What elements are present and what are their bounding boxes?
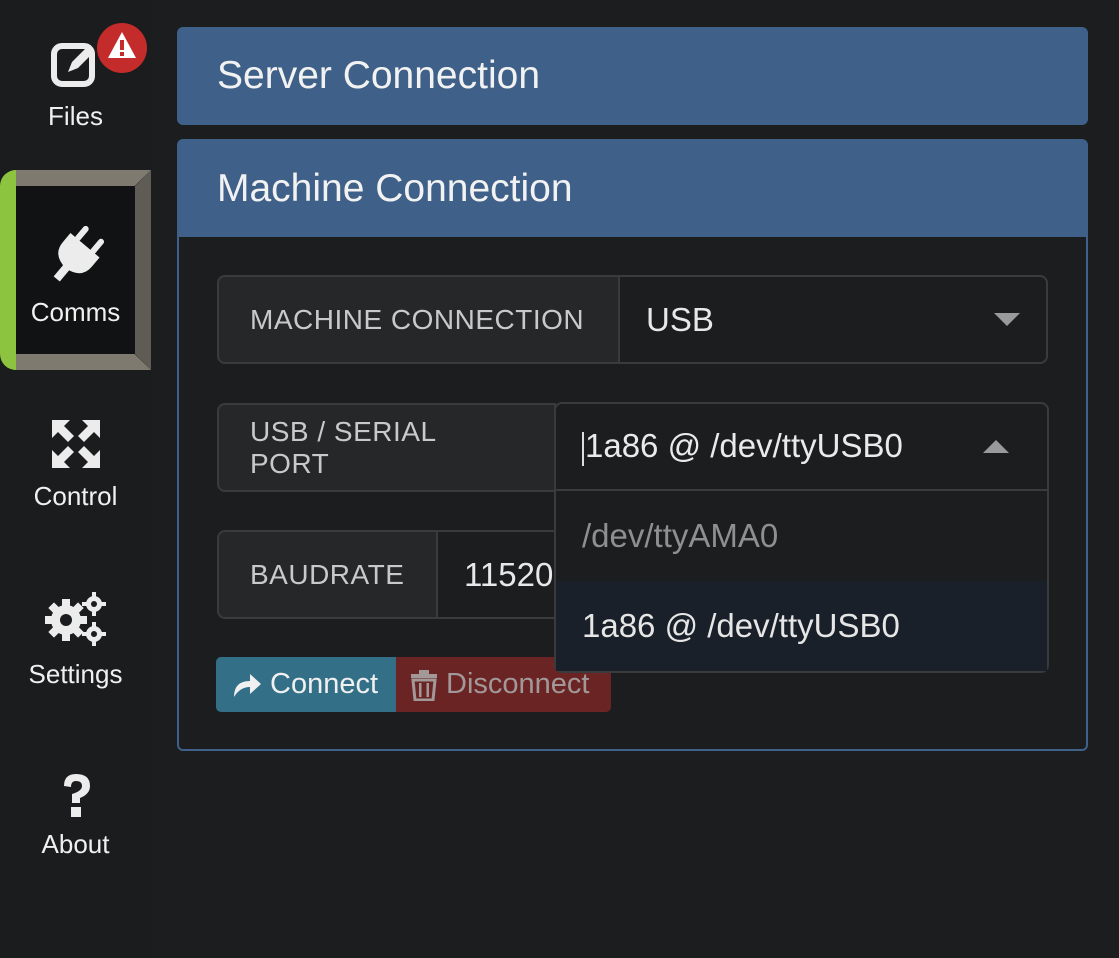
file-edit-icon bbox=[48, 23, 147, 95]
baudrate-label: BAUDRATE bbox=[217, 530, 438, 619]
machine-connection-value: USB bbox=[646, 300, 714, 338]
sidebar-item-about[interactable]: About bbox=[0, 772, 151, 860]
sidebar-item-label: Files bbox=[48, 101, 103, 131]
arrows-expand-icon bbox=[50, 418, 102, 475]
serial-port-value: 1a86 @ /dev/ttyUSB0 bbox=[585, 427, 903, 465]
machine-connection-label: MACHINE CONNECTION bbox=[217, 275, 620, 364]
server-connection-header[interactable]: Server Connection bbox=[179, 29, 1086, 123]
machine-connection-select[interactable]: USB bbox=[618, 275, 1048, 364]
serial-port-option[interactable]: /dev/ttyAMA0 bbox=[556, 491, 1047, 581]
gears-icon bbox=[44, 590, 108, 653]
sidebar-item-label: Control bbox=[33, 481, 118, 511]
plug-icon bbox=[45, 225, 107, 291]
sidebar-item-label: Comms bbox=[30, 297, 121, 327]
share-arrow-icon bbox=[234, 673, 261, 697]
connect-label: Connect bbox=[270, 668, 379, 700]
machine-connection-row: MACHINE CONNECTION USB bbox=[217, 275, 1048, 364]
sidebar-item-label: About bbox=[41, 829, 110, 859]
trash-icon bbox=[411, 669, 437, 701]
serial-port-option-selected[interactable]: 1a86 @ /dev/ttyUSB0 bbox=[556, 581, 1047, 671]
server-connection-panel: Server Connection bbox=[177, 27, 1088, 125]
sidebar: Files Comms Control Settings About bbox=[0, 0, 151, 958]
serial-port-row: USB / SERIAL PORT bbox=[217, 403, 556, 492]
baudrate-value: 11520 bbox=[464, 555, 554, 593]
serial-port-search-input[interactable]: 1a86 @ /dev/ttyUSB0 bbox=[556, 404, 1047, 491]
warning-icon bbox=[96, 23, 147, 73]
serial-port-label: USB / SERIAL PORT bbox=[217, 403, 556, 492]
sidebar-item-settings[interactable]: Settings bbox=[0, 590, 151, 690]
chevron-up-icon bbox=[983, 440, 1009, 453]
serial-port-dropdown[interactable]: 1a86 @ /dev/ttyUSB0 /dev/ttyAMA0 1a86 @ … bbox=[554, 402, 1049, 673]
sidebar-item-files[interactable]: Files bbox=[0, 23, 151, 132]
connect-button[interactable]: Connect bbox=[216, 657, 396, 712]
text-cursor bbox=[582, 431, 584, 466]
question-icon bbox=[58, 772, 94, 823]
sidebar-item-control[interactable]: Control bbox=[0, 418, 151, 512]
chevron-down-icon bbox=[994, 313, 1020, 326]
sidebar-item-label: Settings bbox=[28, 659, 123, 689]
sidebar-item-comms[interactable]: Comms bbox=[0, 225, 151, 328]
machine-connection-header[interactable]: Machine Connection bbox=[179, 141, 1086, 237]
